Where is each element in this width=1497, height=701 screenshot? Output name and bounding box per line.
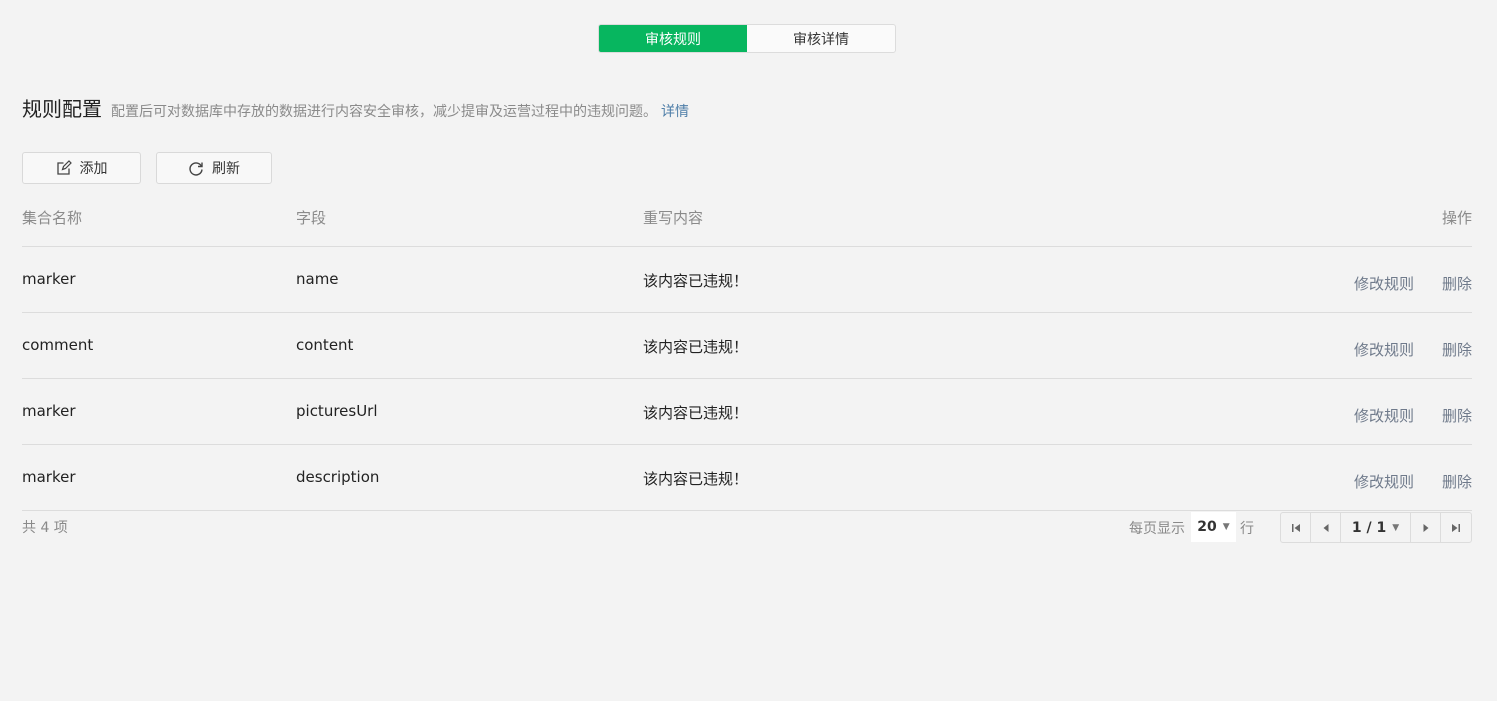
tab-audit-details[interactable]: 审核详情	[747, 25, 895, 52]
caret-down-icon: ▼	[1222, 522, 1230, 532]
cell-rewrite: 该内容已违规！	[643, 404, 749, 422]
table-row: comment content 该内容已违规！ 修改规则 删除	[22, 313, 1472, 379]
delete-button[interactable]: 删除	[1442, 405, 1472, 426]
header-collection: 集合名称	[22, 209, 83, 227]
cell-collection: marker	[22, 402, 76, 420]
header-actions: 操作	[1441, 209, 1472, 227]
page-size-value: 20	[1197, 519, 1217, 535]
total-count: 共 4 项	[22, 520, 68, 536]
edit-icon	[56, 160, 72, 176]
header-rewrite: 重写内容	[643, 209, 704, 227]
delete-button[interactable]: 删除	[1442, 339, 1472, 360]
delete-button[interactable]: 删除	[1442, 273, 1472, 294]
edit-rule-button[interactable]: 修改规则	[1354, 405, 1414, 426]
pagination: 1 / 1 ▼	[1280, 512, 1472, 543]
rules-table: 集合名称 字段 重写内容 操作 marker name 该内容已违规！ 修改规则…	[22, 190, 1472, 511]
prev-page-button[interactable]	[1311, 513, 1341, 542]
page-select[interactable]: 1 / 1 ▼	[1341, 513, 1411, 542]
per-page-label: 每页显示	[1129, 521, 1185, 537]
cell-collection: marker	[22, 270, 76, 288]
table-row: marker name 该内容已违规！ 修改规则 删除	[22, 247, 1472, 313]
next-page-icon	[1423, 523, 1428, 532]
rows-unit-label: 行	[1240, 521, 1254, 537]
cell-field: name	[296, 270, 339, 288]
first-page-icon	[1291, 523, 1300, 532]
cell-field: content	[296, 336, 354, 354]
table-row: marker picturesUrl 该内容已违规！ 修改规则 删除	[22, 379, 1472, 445]
cell-field: picturesUrl	[296, 402, 378, 420]
table-row: marker description 该内容已违规！ 修改规则 删除	[22, 445, 1472, 511]
cell-rewrite: 该内容已违规！	[643, 338, 749, 356]
cell-collection: marker	[22, 468, 76, 486]
add-button-label: 添加	[79, 161, 108, 177]
edit-rule-button[interactable]: 修改规则	[1354, 273, 1414, 294]
cell-rewrite: 该内容已违规！	[643, 272, 749, 290]
prev-page-icon	[1323, 523, 1328, 532]
cell-field: description	[296, 468, 380, 486]
cell-rewrite: 该内容已违规！	[643, 470, 749, 488]
table-header: 集合名称 字段 重写内容 操作	[22, 190, 1472, 247]
header-field: 字段	[296, 209, 327, 227]
refresh-icon	[188, 160, 204, 176]
page-size-select[interactable]: 20 ▼	[1191, 512, 1236, 542]
add-button[interactable]: 添加	[22, 152, 141, 184]
page-title: 规则配置	[22, 97, 102, 121]
table-footer: 共 4 项 每页显示 20 ▼ 行 1 / 1 ▼	[22, 510, 1472, 544]
caret-down-icon: ▼	[1392, 522, 1400, 533]
section-description: 配置后可对数据库中存放的数据进行内容安全审核，减少提审及运营过程中的违规问题。	[111, 104, 657, 120]
page-info: 1 / 1	[1351, 519, 1387, 536]
delete-button[interactable]: 删除	[1442, 471, 1472, 492]
cell-collection: comment	[22, 336, 94, 354]
edit-rule-button[interactable]: 修改规则	[1354, 339, 1414, 360]
edit-rule-button[interactable]: 修改规则	[1354, 471, 1414, 492]
last-page-button[interactable]	[1441, 513, 1471, 542]
refresh-button-label: 刷新	[212, 161, 240, 177]
details-link[interactable]: 详情	[661, 101, 689, 121]
next-page-button[interactable]	[1411, 513, 1441, 542]
tab-audit-rules[interactable]: 审核规则	[599, 25, 747, 52]
last-page-icon	[1452, 523, 1460, 532]
tab-bar: 审核规则 审核详情	[598, 24, 896, 53]
refresh-button[interactable]: 刷新	[156, 152, 272, 184]
first-page-button[interactable]	[1281, 513, 1311, 542]
section-header: 规则配置 配置后可对数据库中存放的数据进行内容安全审核，减少提审及运营过程中的违…	[22, 93, 689, 123]
